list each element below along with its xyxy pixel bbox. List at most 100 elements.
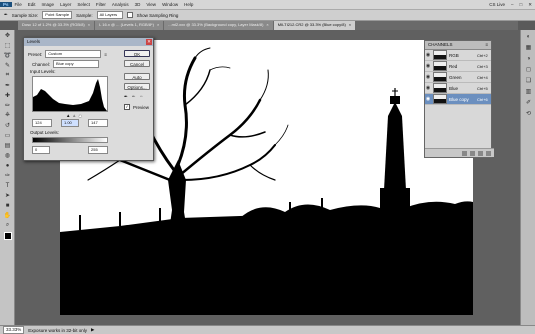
channels-panel-header[interactable]: CHANNELS ≡ [425,41,491,50]
channel-row-rgb[interactable]: ◉ RGB Ctrl+2 [425,50,491,61]
ok-button[interactable]: OK [124,50,150,57]
eye-icon[interactable]: ◉ [425,74,431,80]
load-selection-icon[interactable] [462,150,467,156]
output-black-field[interactable]: 0 [32,146,50,154]
eye-icon[interactable]: ◉ [425,96,431,102]
hand-tool-icon[interactable]: ✋ [2,211,13,220]
history-panel-icon[interactable]: ⟲ [523,109,534,118]
channel-row-blue-copy[interactable]: ◉ Blue copy Ctrl+6 [425,94,491,105]
menu-item-file[interactable]: File [12,2,25,7]
close-icon[interactable]: × [266,22,268,27]
menu-item-help[interactable]: Help [181,2,196,7]
eye-icon[interactable]: ◉ [425,63,431,69]
cs-live-button[interactable]: CS Live [486,2,508,7]
channel-thumbnail [433,83,447,93]
move-tool-icon[interactable]: ✥ [2,31,13,40]
preset-select[interactable]: Custom [45,50,102,58]
new-channel-icon[interactable] [478,150,483,156]
channel-row-red[interactable]: ◉ Red Ctrl+3 [425,61,491,72]
tab-document-1[interactable]: Dosc 12 of 1.2% @ 33.3% (RGB/8) × [18,21,95,30]
type-tool-icon[interactable]: T [2,181,13,190]
levels-title-bar[interactable]: Levels ✕ [24,38,153,46]
channels-panel-icon[interactable]: ▥ [523,87,534,96]
input-slider-track[interactable]: ▲ ▲ ▲ [32,113,108,118]
close-icon[interactable]: × [157,22,159,27]
brush-tool-icon[interactable]: ✏ [2,101,13,110]
menu-item-layer[interactable]: Layer [57,2,74,7]
close-icon[interactable]: × [88,22,90,27]
swatches-panel-icon[interactable]: ▦ [523,43,534,52]
adjustments-panel-icon[interactable]: ◑ [523,54,534,63]
channel-row-blue[interactable]: ◉ Blue Ctrl+5 [425,83,491,94]
status-arrow-icon[interactable]: ▶ [91,327,94,333]
path-select-icon[interactable]: ➤ [2,191,13,200]
midpoint-handle[interactable]: ▲ [72,113,76,118]
zoom-field[interactable]: 33.33% [3,326,25,334]
panel-menu-icon[interactable]: ≡ [485,41,491,49]
channel-select[interactable]: Blue copy [53,60,100,68]
delete-channel-icon[interactable] [486,150,491,156]
close-icon[interactable]: ✕ [525,2,535,8]
maximize-icon[interactable]: □ [517,2,526,7]
gray-eyedropper-icon[interactable]: ✒ [132,94,136,100]
clone-stamp-icon[interactable]: ⎈ [2,111,13,120]
pen-tool-icon[interactable]: ✑ [2,171,13,180]
output-gradient-bar[interactable] [32,137,108,143]
dodge-tool-icon[interactable]: ● [2,161,13,170]
marquee-tool-icon[interactable]: ⬚ [2,41,13,50]
input-white-field[interactable]: 147 [88,119,108,127]
crop-tool-icon[interactable]: ⌗ [2,71,13,80]
sample-label: Sample: [76,12,93,18]
lasso-tool-icon[interactable]: ➰ [2,51,13,60]
masks-panel-icon[interactable]: ◻ [523,65,534,74]
menu-item-view[interactable]: View [143,2,159,7]
menu-item-analysis[interactable]: Analysis [109,2,132,7]
white-point-handle[interactable]: ▲ [78,113,82,118]
black-point-handle[interactable]: ▲ [66,113,70,118]
quick-select-tool-icon[interactable]: ✎ [2,61,13,70]
show-ring-checkbox[interactable] [126,12,133,18]
close-icon[interactable]: ✕ [146,39,152,45]
output-white-field[interactable]: 255 [88,146,108,154]
save-selection-icon[interactable] [470,150,475,156]
cancel-button[interactable]: Cancel [124,60,150,67]
history-brush-icon[interactable]: ↺ [2,121,13,130]
sample-size-select[interactable]: Point Sample [42,11,73,19]
black-eyedropper-icon[interactable]: ✒ [124,94,128,100]
zoom-tool-icon[interactable]: ⌕ [2,221,13,230]
options-button[interactable]: Options... [124,83,150,90]
input-mid-field[interactable]: 1.00 [61,119,79,127]
eye-icon[interactable]: ◉ [425,85,431,91]
shape-tool-icon[interactable]: ■ [2,201,13,210]
channel-row-green[interactable]: ◉ Green Ctrl+4 [425,72,491,83]
sample-select[interactable]: All Layers [96,11,123,19]
menu-item-window[interactable]: Window [159,2,181,7]
input-black-field[interactable]: 124 [32,119,52,127]
tab-document-3[interactable]: ...ml2.xxx @ 33.3% (Background copy, Lay… [164,21,273,30]
layers-panel-icon[interactable]: ❏ [523,76,534,85]
menu-item-edit[interactable]: Edit [25,2,39,7]
auto-button[interactable]: Auto [124,73,150,80]
eyedropper-tool-icon[interactable]: ✒ [2,81,13,90]
preset-options-icon[interactable]: ≡ [104,52,107,57]
gradient-tool-icon[interactable]: ▤ [2,141,13,150]
close-icon[interactable]: × [349,22,351,27]
white-eyedropper-icon[interactable]: ✒ [140,94,144,100]
preview-checkbox[interactable]: ✓ [124,104,130,110]
menu-item-3d[interactable]: 3D [132,2,144,7]
menu-item-image[interactable]: Image [39,2,58,7]
foreground-color-swatch[interactable] [2,231,13,240]
paths-panel-icon[interactable]: ✐ [523,98,534,107]
eraser-tool-icon[interactable]: ▭ [2,131,13,140]
menu-item-select[interactable]: Select [74,2,93,7]
menu-item-filter[interactable]: Filter [93,2,109,7]
menu-item-ps[interactable]: Ps [0,2,12,7]
tab-document-2[interactable]: L 16.x @ ... (Levels 1, RGB/8*) × [95,21,164,30]
tab-document-active[interactable]: MILTI212.CR2 @ 33.3% (Blue copy/8) × [273,21,356,30]
minimize-icon[interactable]: – [508,2,517,7]
eyedropper-tool-icon[interactable]: ✒ [4,12,8,18]
blur-tool-icon[interactable]: ◍ [2,151,13,160]
eye-icon[interactable]: ◉ [425,52,431,58]
color-panel-icon[interactable]: ◐ [523,32,534,41]
healing-brush-icon[interactable]: ✚ [2,91,13,100]
